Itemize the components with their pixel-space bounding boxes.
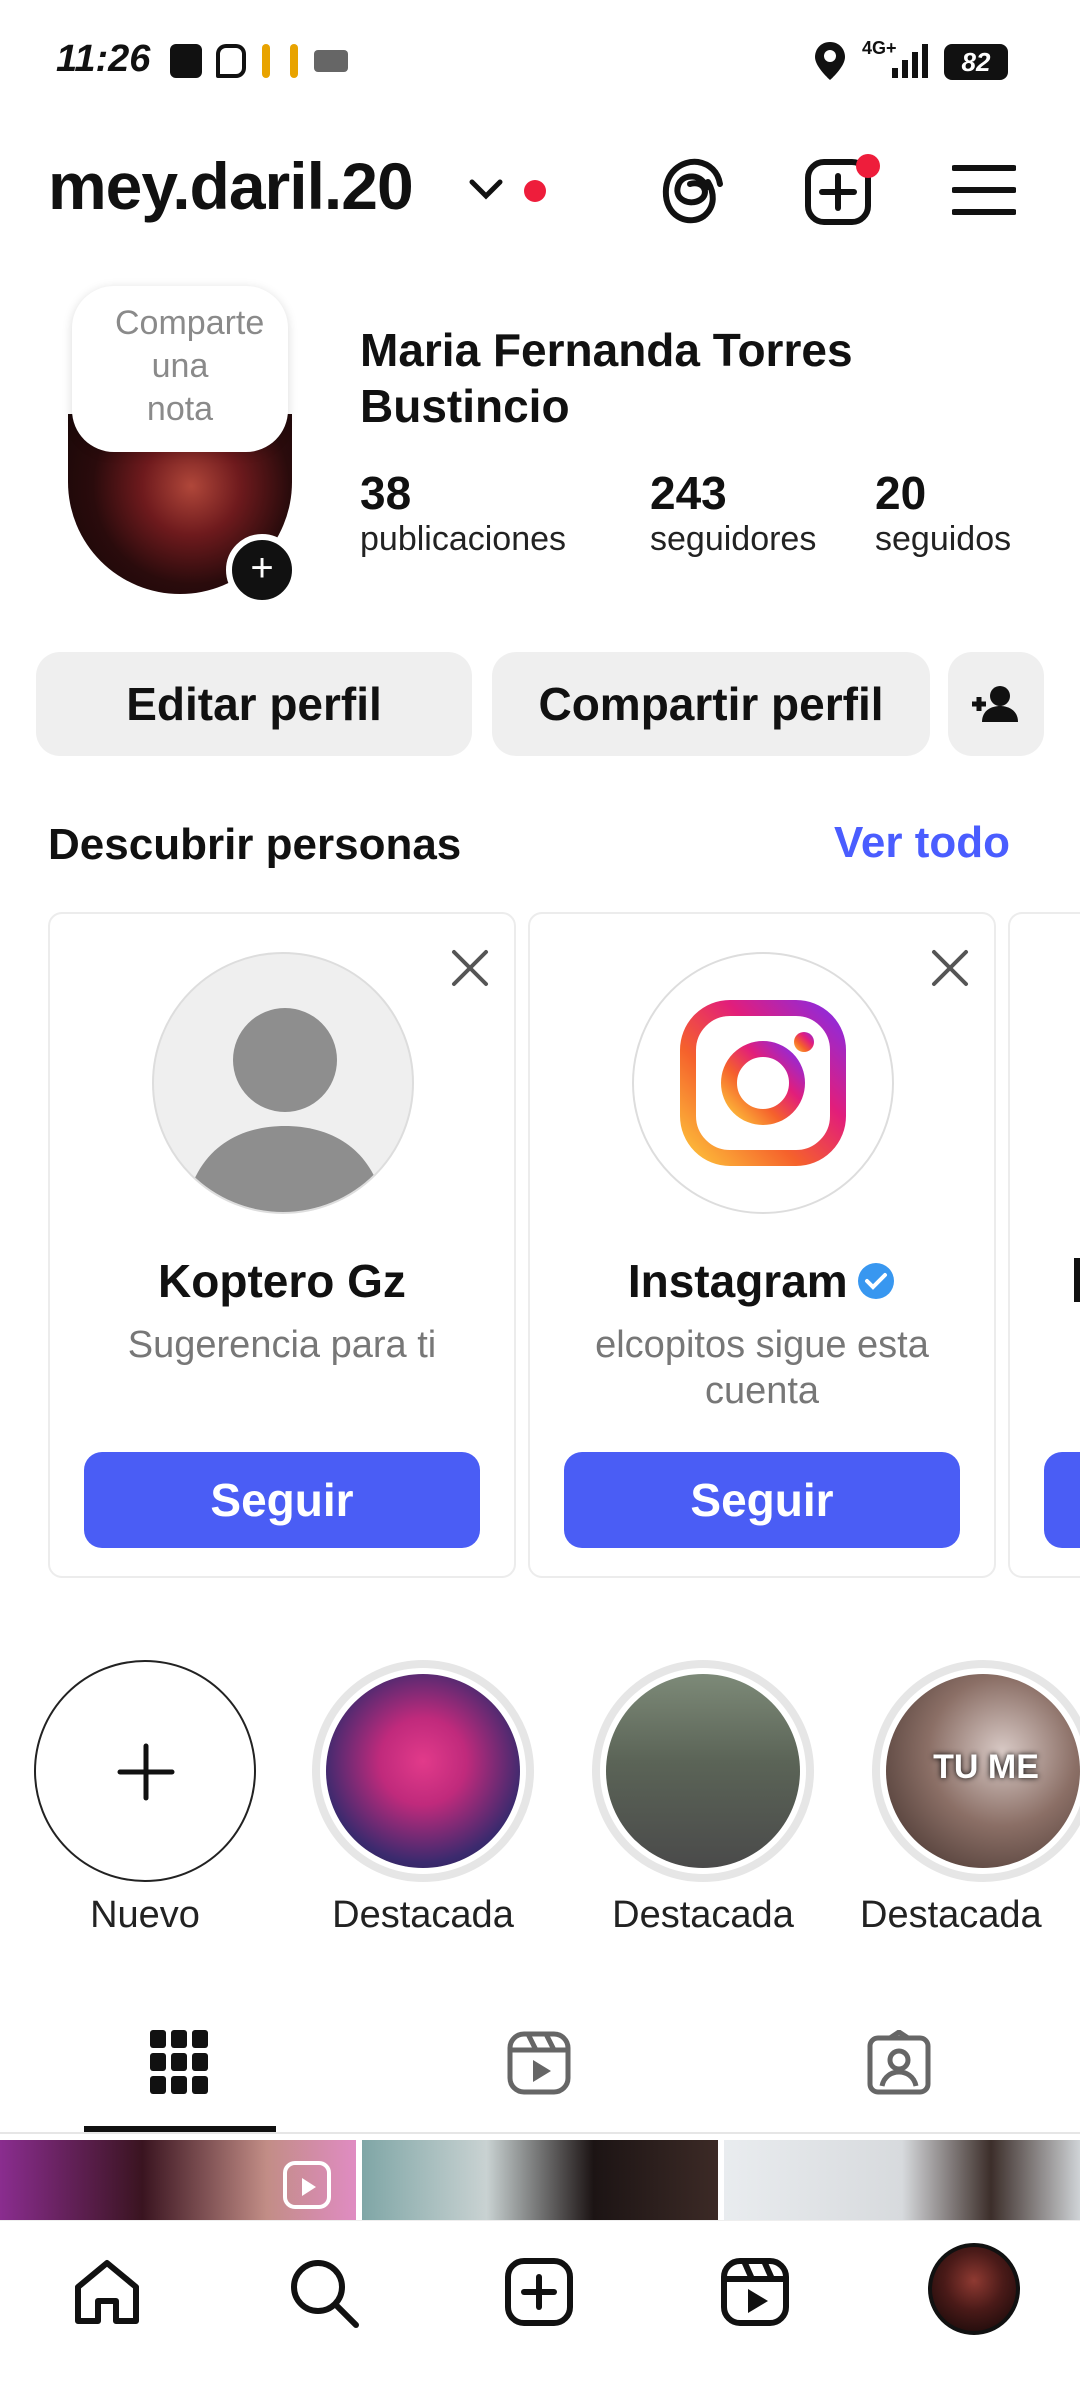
suggestion-avatar[interactable] (152, 952, 414, 1214)
post-thumbnail[interactable] (362, 2140, 718, 2220)
highlight-label: Nuevo (90, 1894, 200, 1936)
tiktok-icon (216, 44, 246, 78)
stat-value: 243 (650, 467, 727, 519)
highlight-overlay-text: TU ME (933, 1748, 1039, 1786)
follow-button[interactable]: Seguir (84, 1452, 480, 1548)
note-text: Comparte una nota (115, 304, 265, 428)
chevron-down-icon[interactable] (468, 176, 504, 202)
profile-avatar[interactable] (928, 2243, 1020, 2335)
suggestion-name-row: Instagram (530, 1254, 994, 1308)
highlight-item[interactable] (312, 1660, 534, 1882)
suggestion-name: Koptero Gz (158, 1255, 406, 1307)
stat-value: 20 (875, 467, 927, 519)
threads-icon[interactable] (660, 156, 726, 226)
new-highlight-button[interactable] (34, 1660, 256, 1882)
stat-followers[interactable]: 243 seguidores (650, 466, 816, 559)
stat-following[interactable]: 20 seguidos (875, 466, 1011, 559)
add-user-button[interactable] (948, 652, 1044, 756)
home-icon[interactable] (72, 2257, 142, 2327)
highlight-cover (606, 1674, 800, 1868)
close-icon[interactable] (450, 948, 490, 988)
stat-label: seguidos (875, 520, 1012, 558)
search-icon[interactable] (288, 2257, 360, 2329)
suggestion-subtitle: Sugerencia para ti (127, 1324, 437, 1366)
location-icon (815, 42, 845, 80)
notification-icon (262, 44, 270, 78)
suggestion-subtitle: elcopitos sigue esta cuenta (595, 1324, 929, 1412)
tab-divider (0, 2132, 1080, 2134)
suggestion-card[interactable]: Koptero Gz Sugerencia para ti Seguir (48, 912, 516, 1578)
add-story-icon[interactable]: + (226, 534, 298, 606)
follow-button[interactable] (1044, 1452, 1080, 1548)
reel-badge-icon (283, 2161, 331, 2209)
highlight-label: Destacada (612, 1894, 794, 1936)
suggestion-name: Instagram (627, 1255, 848, 1307)
create-icon[interactable] (504, 2257, 574, 2327)
suggestion-avatar[interactable] (632, 952, 894, 1214)
bottom-nav (0, 2220, 1080, 2401)
stat-label: publicaciones (360, 520, 567, 558)
full-name: Maria Fernanda Torres Bustincio (360, 324, 853, 432)
status-bar: 11:26 4G+ 82 (0, 0, 1080, 120)
highlight-label: Destacada (332, 1894, 514, 1936)
highlight-label: Destacada (860, 1894, 1042, 1936)
stat-posts[interactable]: 38 publicaciones (360, 466, 566, 559)
notification-dot (524, 180, 546, 202)
instagram-logo-icon (680, 1000, 846, 1166)
highlight-cover (326, 1674, 520, 1868)
edit-profile-button[interactable]: Editar perfil (36, 652, 472, 756)
verified-badge-icon (858, 1263, 895, 1299)
add-user-icon (972, 686, 1018, 722)
app-notification-icon (170, 44, 202, 78)
plus-icon (117, 1743, 175, 1801)
suggestion-card[interactable]: Instagram elcopitos sigue esta cuenta Se… (528, 912, 996, 1578)
reels-icon[interactable] (720, 2257, 790, 2327)
tagged-icon[interactable] (866, 2030, 932, 2096)
app-notification-icon (314, 50, 348, 72)
notification-icon (290, 44, 298, 78)
discover-title: Descubrir personas (48, 820, 462, 869)
note-bubble[interactable]: Comparte una nota (72, 286, 288, 452)
default-user-icon (184, 1008, 386, 1212)
highlight-item[interactable]: TU ME (872, 1660, 1080, 1882)
post-thumbnail[interactable] (0, 2140, 356, 2220)
reels-icon[interactable] (506, 2030, 572, 2096)
signal-icon (892, 44, 928, 78)
grid-icon[interactable] (150, 2030, 208, 2094)
stat-label: seguidores (650, 520, 817, 558)
follow-button[interactable]: Seguir (564, 1452, 960, 1548)
notification-dot (856, 154, 880, 178)
username[interactable]: mey.daril.20 (48, 148, 414, 224)
suggestion-name-partial (1074, 1258, 1080, 1302)
close-icon[interactable] (930, 948, 970, 988)
share-profile-button[interactable]: Compartir perfil (492, 652, 930, 756)
see-all-link[interactable]: Ver todo (834, 818, 1010, 868)
stat-value: 38 (360, 467, 412, 519)
suggestion-card[interactable] (1008, 912, 1080, 1578)
highlight-cover: TU ME (886, 1674, 1080, 1868)
post-thumbnail[interactable] (724, 2140, 1080, 2220)
highlight-item[interactable] (592, 1660, 814, 1882)
battery-indicator: 82 (944, 44, 1008, 80)
menu-icon[interactable] (952, 162, 1016, 218)
clock: 11:26 (56, 38, 151, 80)
